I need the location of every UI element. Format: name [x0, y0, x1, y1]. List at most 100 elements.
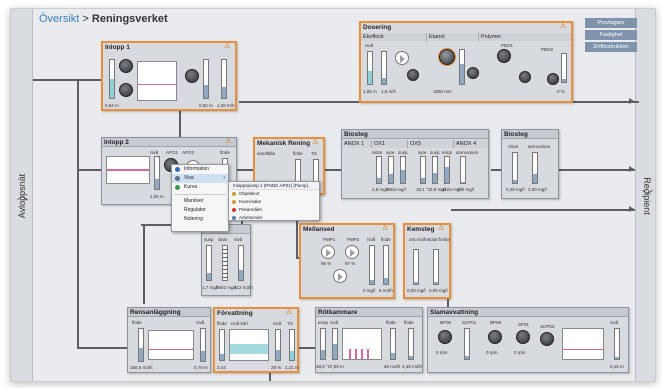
module-inlopp1[interactable]: Inlopp 1 ⚠ 0,84 m 0,82 m 1,20 m/h [101, 41, 237, 111]
label: nivå [196, 320, 205, 325]
label: SCP03 [540, 324, 555, 329]
ctx-item-kurva[interactable]: Kurva [172, 183, 228, 192]
dial-icon[interactable] [497, 49, 511, 63]
module-kemsteg[interactable]: Kemsteg ⚠ orto fosfor total fosfor 0,00 … [403, 223, 451, 299]
submenu-item-kvarvisalar[interactable]: Kvarvisalar [229, 198, 319, 206]
level-bar [138, 328, 144, 362]
value: 1,20 m/h [217, 103, 235, 108]
module-dosering[interactable]: Dosering ⚠ Ekoflock Etanol Polymer nivå … [359, 21, 573, 103]
driftinstruktion-button[interactable]: Driftinstruktion [585, 42, 637, 52]
label: flöde [404, 320, 414, 325]
trend-chart[interactable] [137, 61, 177, 101]
ctx-item-regulator[interactable]: Regulator [172, 206, 228, 215]
module-title: Inlopp 1 [105, 44, 130, 51]
module-title: Biosteg [504, 131, 528, 138]
label: temp [442, 150, 453, 155]
value: 0 % [557, 89, 565, 94]
module-rsl[interactable]: RSL susp slam nivå 1,7 mg/l 5902 mg/l 41… [201, 224, 253, 296]
pipe [451, 209, 635, 211]
pump-icon[interactable] [395, 51, 409, 65]
subtitle: OX1 [372, 140, 408, 148]
module-biosteg[interactable]: Biosteg ANOX 1 OX1 OX5 ANOX 4 nitrat syr… [341, 129, 489, 199]
value: 96 % [321, 261, 332, 266]
level-bar [222, 245, 228, 281]
nav-recipient[interactable]: ﹀ Recipient [635, 9, 655, 381]
label: BP08 [490, 320, 502, 325]
trend-chart[interactable] [562, 328, 604, 360]
dial-icon[interactable] [519, 71, 531, 83]
ctx-item-label: Visa [184, 175, 194, 181]
pump-icon[interactable] [321, 245, 335, 259]
value: 1,00 m [150, 194, 164, 199]
trend-chart[interactable] [148, 330, 194, 360]
trend-chart[interactable] [106, 156, 150, 184]
label: temp [318, 320, 329, 325]
submenu-item-pekarmalet[interactable]: Pekarmålet [229, 206, 319, 214]
fastighet-button[interactable]: Fastighet [585, 30, 637, 40]
ctx-item-visa[interactable]: Visa › [172, 174, 228, 183]
module-biosteg-2[interactable]: Biosteg nitrat ammonium 0,29 mg/l 2,00 m… [501, 129, 559, 199]
label: ammonium [528, 144, 551, 149]
level-bar [275, 329, 281, 361]
dial-icon[interactable] [438, 330, 452, 344]
level-bar [460, 156, 466, 184]
module-title: Kemsteg [407, 226, 435, 233]
dial-icon[interactable] [467, 67, 479, 79]
module-forvattning[interactable]: Förvattning ⚠ flöde nivå kärl nivå TS 3,… [213, 307, 299, 373]
dial-icon[interactable] [488, 330, 502, 344]
level-bar [388, 156, 394, 184]
pipe [77, 79, 79, 349]
dial-icon[interactable] [119, 59, 133, 73]
subtitle: ANOX 4 [454, 140, 488, 148]
pump-icon[interactable] [333, 269, 347, 283]
ctx-item-notering[interactable]: Notering [172, 215, 228, 224]
context-menu: Information Visa › Kurva Manöver Regulato… [171, 164, 229, 232]
label: PMP2 [347, 237, 360, 242]
ctx-item-information[interactable]: Information [172, 165, 228, 174]
dial-icon[interactable] [119, 83, 133, 97]
pipe [77, 169, 101, 171]
value: 38,5 °C [316, 364, 332, 369]
module-slamavvattning[interactable]: Slamavvattning BP06 SCP01 BP08 SP01 SCP0… [427, 307, 629, 373]
dial-icon[interactable] [540, 332, 554, 346]
value: 1,9 m/h [381, 89, 397, 94]
module-title: Inlopp 2 [104, 139, 129, 146]
breadcrumb-root[interactable]: Översikt [39, 13, 79, 25]
label: SP01 [518, 322, 530, 327]
value: 158,5 m3/h [130, 365, 153, 370]
dial-icon[interactable] [547, 73, 559, 85]
level-bar [420, 156, 426, 184]
module-title: Mekanisk Rening [257, 140, 311, 147]
value: 1,31 m [285, 365, 299, 370]
submenu-item-objektkort[interactable]: Objektkort [229, 190, 319, 198]
ctx-item-label: Kurva [184, 184, 198, 190]
level-bar [561, 53, 567, 83]
level-bar [221, 59, 227, 99]
label: APO1 [166, 150, 179, 155]
module-mellansed[interactable]: Mellansed ⚠ PMP1 PMP2 nivå flöde 96 % 97… [299, 223, 395, 299]
provtagare-button[interactable]: Provtagare [585, 18, 637, 28]
trend-chart[interactable] [342, 328, 382, 360]
label: orto fosfor [409, 237, 430, 242]
value: 5902 mg/l [216, 285, 236, 290]
label: susp [430, 150, 440, 155]
level-bar [383, 245, 389, 285]
trend-chart[interactable] [229, 329, 269, 361]
dial-icon[interactable] [516, 330, 530, 344]
list-icon [232, 200, 236, 204]
level-bar [413, 249, 419, 285]
label: flöde [132, 320, 142, 325]
pump-icon[interactable] [345, 245, 359, 259]
dial-icon[interactable] [185, 69, 199, 83]
nav-avloppsnat[interactable]: ︿ Avloppsnät [11, 9, 33, 381]
value: 412 m3/h [234, 285, 253, 290]
ctx-item-label: Regulator [184, 207, 206, 213]
breadcrumb-current: Reningsverket [91, 13, 168, 25]
module-rotkammare[interactable]: Rötkammare temp nivå flöde flöde 38,5 °C… [315, 307, 423, 373]
ctx-item-manover[interactable]: Manöver [172, 197, 228, 206]
module-rensanlaggning[interactable]: Rensanläggning flöde nivå 158,5 m3/h 0,7… [127, 307, 211, 373]
level-bar [154, 156, 160, 190]
submenu-item-arbetsorder[interactable]: Arbetsorder [229, 214, 319, 222]
dial-icon[interactable] [407, 69, 419, 81]
dial-icon[interactable] [439, 49, 455, 65]
